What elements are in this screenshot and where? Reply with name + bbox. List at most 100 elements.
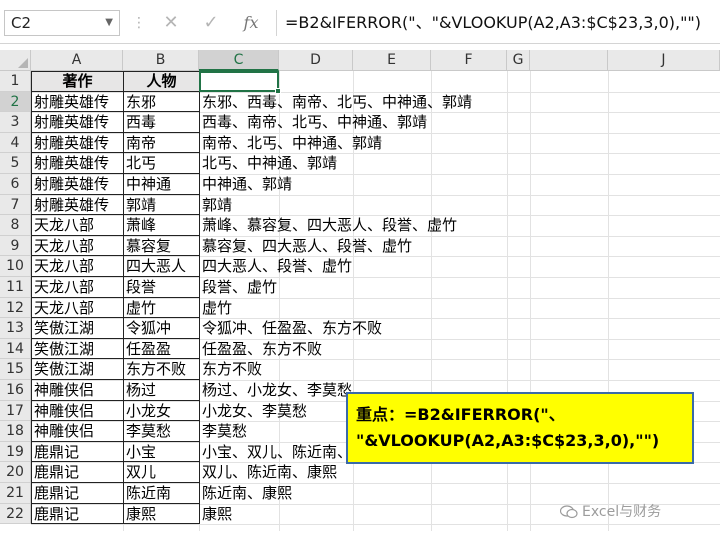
cell-result[interactable]: 李莫愁 <box>200 421 247 442</box>
row-header[interactable]: 15 <box>0 359 31 380</box>
column-header-b[interactable]: B <box>123 50 199 71</box>
row-header[interactable]: 13 <box>0 318 31 339</box>
cell-result[interactable]: 郭靖 <box>200 195 232 216</box>
formula-input[interactable]: =B2&IFERROR("、"&VLOOKUP(A2,A3:$C$23,3,0)… <box>276 10 720 36</box>
fill-handle[interactable] <box>275 88 281 94</box>
row-header[interactable]: 14 <box>0 338 31 360</box>
cell-character[interactable]: 段誉 <box>124 277 200 298</box>
row-header[interactable]: 17 <box>0 400 31 422</box>
cell-character[interactable]: 郭靖 <box>124 194 200 216</box>
cell-book[interactable]: 鹿鼎记 <box>32 462 124 483</box>
row-header[interactable]: 12 <box>0 297 31 319</box>
row-header[interactable]: 22 <box>0 503 31 525</box>
cell-character[interactable]: 令狐冲 <box>124 318 200 339</box>
column-header-f[interactable]: F <box>431 50 507 71</box>
cell-result[interactable]: 杨过、小龙女、李莫愁 <box>200 380 352 401</box>
row-header[interactable]: 5 <box>0 153 31 174</box>
cell-book[interactable]: 天龙八部 <box>32 215 124 236</box>
cell-book[interactable]: 天龙八部 <box>32 235 124 257</box>
chevron-down-icon[interactable]: ▼ <box>105 11 113 35</box>
cell-character[interactable]: 双儿 <box>124 462 200 483</box>
cell-result[interactable]: 段誉、虚竹 <box>200 277 277 298</box>
cell-character[interactable]: 小宝 <box>124 441 200 463</box>
cell-book[interactable]: 鹿鼎记 <box>32 483 124 504</box>
cell-book[interactable]: 天龙八部 <box>32 256 124 277</box>
cell-result[interactable]: 西毒、南帝、北丐、中神通、郭靖 <box>200 112 427 133</box>
cell-character[interactable]: 萧峰 <box>124 215 200 236</box>
cell-result[interactable]: 中神通、郭靖 <box>200 174 292 195</box>
row-header[interactable]: 21 <box>0 483 31 504</box>
row-header[interactable]: 16 <box>0 380 31 401</box>
cell-result[interactable]: 萧峰、慕容复、四大恶人、段誉、虚竹 <box>200 215 457 236</box>
row-header[interactable]: 3 <box>0 112 31 133</box>
row-header[interactable]: 1 <box>0 71 31 92</box>
cell-character[interactable]: 南帝 <box>124 132 200 154</box>
cell-character[interactable]: 中神通 <box>124 174 200 195</box>
cell-result[interactable]: 南帝、北丐、中神通、郭靖 <box>200 133 382 154</box>
name-box[interactable]: C2 ▼ <box>4 10 120 36</box>
cell-result[interactable]: 小龙女、李莫愁 <box>200 401 307 422</box>
cell-book[interactable]: 神雕侠侣 <box>32 380 124 401</box>
drag-handle-icon[interactable]: ⋮ <box>132 12 146 34</box>
row-header[interactable]: 9 <box>0 235 31 257</box>
cell-book[interactable]: 射雕英雄传 <box>32 91 124 113</box>
cell-book[interactable]: 天龙八部 <box>32 297 124 319</box>
row-header[interactable]: 2 <box>0 91 31 113</box>
row-header[interactable]: 6 <box>0 174 31 195</box>
cell-book[interactable]: 鹿鼎记 <box>32 503 124 525</box>
row-header[interactable]: 18 <box>0 421 31 442</box>
cell-result[interactable]: 陈近南、康熙 <box>200 483 292 504</box>
cell-result[interactable]: 双儿、陈近南、康熙 <box>200 462 337 483</box>
row-header[interactable]: 20 <box>0 462 31 483</box>
cell-character[interactable]: 西毒 <box>124 112 200 133</box>
cell-result[interactable]: 东方不败 <box>200 359 262 380</box>
row-header[interactable]: 4 <box>0 132 31 154</box>
row-header[interactable]: 10 <box>0 256 31 277</box>
cell-character[interactable]: 康熙 <box>124 503 200 525</box>
cell-character[interactable]: 东邪 <box>124 91 200 113</box>
cell-result[interactable]: 康熙 <box>200 504 232 525</box>
cell-character[interactable]: 四大恶人 <box>124 256 200 277</box>
cell-character[interactable]: 北丐 <box>124 153 200 174</box>
column-header-c[interactable]: C <box>199 50 279 71</box>
cell-book[interactable]: 射雕英雄传 <box>32 112 124 133</box>
cell-result[interactable]: 东邪、西毒、南帝、北丐、中神通、郭靖 <box>200 92 472 113</box>
row-header[interactable]: 8 <box>0 215 31 236</box>
cell-character[interactable]: 杨过 <box>124 380 200 401</box>
column-header-e[interactable]: E <box>353 50 431 71</box>
cell-book[interactable]: 笑傲江湖 <box>32 318 124 339</box>
header-cell-a[interactable]: 著作 <box>32 71 124 92</box>
cell-book[interactable]: 笑傲江湖 <box>32 359 124 380</box>
cell-book[interactable]: 神雕侠侣 <box>32 400 124 422</box>
column-header-g[interactable]: G <box>507 50 530 71</box>
row-header[interactable]: 7 <box>0 194 31 216</box>
column-header-j[interactable]: J <box>608 50 720 71</box>
cell-book[interactable]: 神雕侠侣 <box>32 421 124 442</box>
cell-result[interactable]: 四大恶人、段誉、虚竹 <box>200 256 352 277</box>
cell-result[interactable]: 任盈盈、东方不败 <box>200 339 322 360</box>
cancel-icon[interactable]: ✕ <box>158 10 184 36</box>
cell-character[interactable]: 慕容复 <box>124 235 200 257</box>
column-header-d[interactable]: D <box>279 50 353 71</box>
select-all-button[interactable] <box>0 50 31 71</box>
cell-result[interactable]: 北丐、中神通、郭靖 <box>200 153 337 174</box>
cell-character[interactable]: 陈近南 <box>124 483 200 504</box>
cell-character[interactable]: 东方不败 <box>124 359 200 380</box>
row-header[interactable]: 11 <box>0 277 31 298</box>
cell-character[interactable]: 小龙女 <box>124 400 200 422</box>
cell-character[interactable]: 李莫愁 <box>124 421 200 442</box>
cell-result[interactable]: 慕容复、四大恶人、段誉、虚竹 <box>200 236 412 257</box>
insert-function-icon[interactable]: fx <box>238 10 264 36</box>
cell-character[interactable]: 任盈盈 <box>124 338 200 360</box>
enter-icon[interactable]: ✓ <box>198 10 224 36</box>
cell-book[interactable]: 射雕英雄传 <box>32 132 124 154</box>
cell-character[interactable]: 虚竹 <box>124 297 200 319</box>
cell-book[interactable]: 射雕英雄传 <box>32 174 124 195</box>
row-header[interactable]: 19 <box>0 441 31 463</box>
column-header-a[interactable]: A <box>31 50 123 71</box>
cell-book[interactable]: 鹿鼎记 <box>32 441 124 463</box>
cell-result[interactable]: 虚竹 <box>200 298 232 319</box>
cell-result[interactable]: 令狐冲、任盈盈、东方不败 <box>200 318 382 339</box>
cell-book[interactable]: 射雕英雄传 <box>32 194 124 216</box>
cell-book[interactable]: 天龙八部 <box>32 277 124 298</box>
